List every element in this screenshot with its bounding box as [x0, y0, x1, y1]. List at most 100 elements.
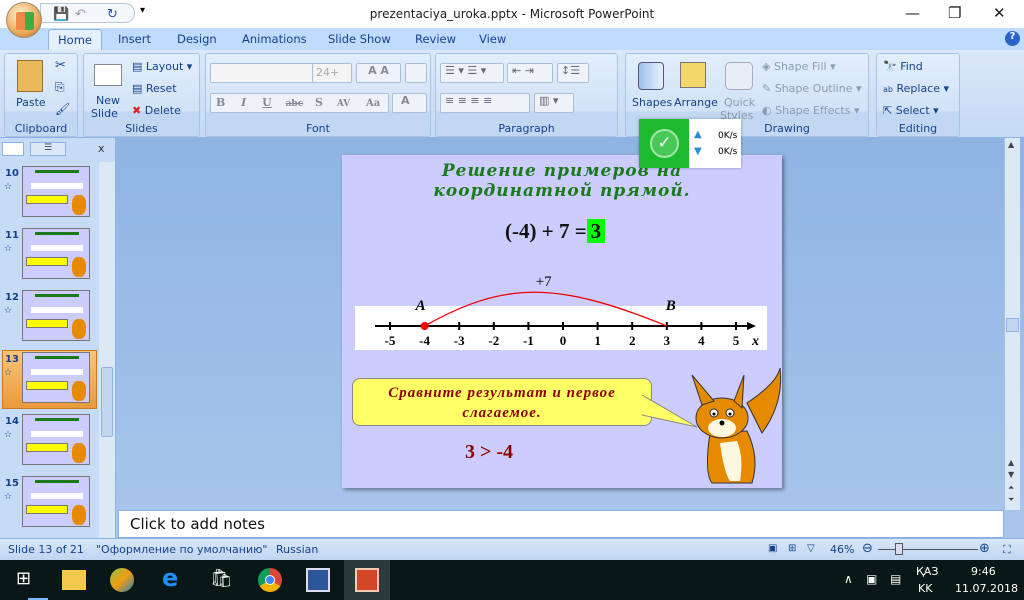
zoom-out-button[interactable]: ⊖: [862, 541, 873, 556]
clock-time[interactable]: 9:46: [971, 565, 996, 578]
slide-thumbnail[interactable]: [22, 290, 90, 341]
zoom-level[interactable]: 46%: [830, 543, 854, 556]
previous-slide-icon[interactable]: ⏶: [1008, 483, 1014, 493]
help-icon[interactable]: ?: [1005, 31, 1020, 46]
reset-button[interactable]: ▤ Reset: [132, 82, 177, 95]
shapes-button[interactable]: Shapes: [632, 96, 672, 109]
cut-icon[interactable]: ✂: [55, 58, 66, 73]
line-spacing-button[interactable]: ↕☰: [557, 63, 589, 83]
format-painter-icon[interactable]: 🖌: [55, 102, 70, 116]
new-slide-icon[interactable]: [94, 64, 122, 86]
paste-icon[interactable]: [17, 60, 43, 92]
font-name-select[interactable]: [210, 63, 316, 83]
new-slide-button[interactable]: New: [96, 94, 120, 107]
notification-icon[interactable]: ▤: [890, 572, 901, 586]
language-indicator[interactable]: Russian: [276, 543, 318, 556]
restore-button[interactable]: ❐: [948, 4, 961, 22]
select-button[interactable]: ⇱ Select ▾: [883, 104, 939, 117]
slide-thumbnail[interactable]: [22, 414, 90, 465]
arrange-icon[interactable]: [680, 62, 706, 88]
slide-canvas[interactable]: Решение примеров на координатной прямой. …: [342, 155, 782, 488]
clear-formatting-icon[interactable]: [405, 63, 427, 83]
tab-home[interactable]: Home: [48, 29, 102, 51]
fit-to-window-button[interactable]: ⛶: [1003, 543, 1011, 557]
zoom-slider[interactable]: [878, 549, 978, 550]
tab-design[interactable]: Design: [177, 32, 217, 46]
input-language[interactable]: ҚАЗ: [916, 565, 938, 578]
next-slide-icon[interactable]: ⏷: [1008, 495, 1014, 505]
slide-show-button[interactable]: ▽: [807, 543, 815, 554]
powerpoint-taskbar-button[interactable]: [344, 560, 390, 600]
scroll-up-icon[interactable]: ▲: [1008, 458, 1014, 467]
slide-thumbnail[interactable]: [22, 166, 90, 217]
quick-styles-button[interactable]: Quick: [724, 96, 755, 109]
network-icon[interactable]: ▣: [866, 572, 877, 586]
indent-buttons[interactable]: ⇤ ⇥: [507, 63, 553, 83]
slide-thumbnail[interactable]: [22, 352, 90, 403]
zoom-slider-thumb[interactable]: [895, 543, 903, 555]
slides-tab[interactable]: [2, 142, 24, 156]
alignment-buttons[interactable]: ≡ ≡ ≡ ≡: [440, 93, 530, 113]
tab-view[interactable]: View: [479, 32, 506, 46]
font-size-select[interactable]: 24+: [312, 63, 352, 83]
app-icon[interactable]: [110, 568, 134, 592]
close-pane-icon[interactable]: x: [98, 142, 105, 155]
outline-tab[interactable]: ☰: [30, 142, 66, 156]
scroll-down-icon[interactable]: ▼: [1008, 470, 1014, 479]
shape-outline-button[interactable]: ✎ Shape Outline ▾: [762, 82, 862, 95]
arrange-button[interactable]: Arrange: [674, 96, 718, 109]
tab-review[interactable]: Review: [415, 32, 456, 46]
delete-button[interactable]: ✖ Delete: [132, 104, 181, 117]
copy-icon[interactable]: ⎘: [55, 80, 65, 95]
shape-fill-button[interactable]: ◈ Shape Fill ▾: [762, 60, 836, 73]
find-button[interactable]: 🔭 Find: [883, 60, 923, 73]
file-explorer-icon[interactable]: [62, 570, 86, 590]
shadow-button[interactable]: S: [315, 96, 323, 109]
underline-button[interactable]: U: [262, 96, 272, 109]
show-hidden-icons[interactable]: ∧: [844, 572, 853, 586]
font-grow-shrink-buttons[interactable]: A A: [356, 63, 401, 83]
notes-pane[interactable]: Click to add notes: [118, 510, 1004, 538]
store-icon[interactable]: 🛍: [210, 568, 234, 592]
scroll-thumb[interactable]: [1006, 318, 1019, 332]
close-button[interactable]: ✕: [993, 4, 1006, 22]
input-language-sub[interactable]: KK: [918, 582, 932, 595]
shapes-icon[interactable]: [638, 62, 664, 90]
slide-thumbnail[interactable]: [22, 476, 90, 527]
bold-button[interactable]: B: [216, 96, 225, 109]
tab-animations[interactable]: Animations: [242, 32, 307, 46]
customize-qat-icon[interactable]: ▾: [140, 5, 145, 16]
strikethrough-button[interactable]: abc: [286, 99, 304, 109]
vertical-scrollbar[interactable]: ▲ ▲ ▼ ⏶ ⏷: [1004, 138, 1020, 510]
chrome-icon[interactable]: [258, 568, 282, 592]
tab-insert[interactable]: Insert: [118, 32, 151, 46]
shape-effects-button[interactable]: ◐ Shape Effects ▾: [762, 104, 859, 117]
office-button[interactable]: [6, 2, 42, 38]
comparison-text[interactable]: 3 > -4: [465, 441, 513, 464]
char-spacing-button[interactable]: AV: [337, 99, 350, 109]
minimize-button[interactable]: —: [905, 4, 920, 22]
zoom-in-button[interactable]: ⊕: [979, 541, 990, 556]
edge-icon[interactable]: e: [162, 564, 186, 592]
new-slide-button-label[interactable]: Slide: [91, 107, 118, 120]
tab-slide-show[interactable]: Slide Show: [328, 32, 391, 46]
normal-view-button[interactable]: ▣: [768, 543, 777, 554]
replace-button[interactable]: ab Replace ▾: [883, 82, 949, 95]
windows-start-icon[interactable]: ⊞: [16, 568, 40, 592]
theme-name[interactable]: "Оформление по умолчанию": [96, 543, 267, 556]
scroll-up-icon[interactable]: ▲: [1008, 140, 1014, 149]
change-case-button[interactable]: Aa: [366, 98, 380, 109]
clock-date[interactable]: 11.07.2018: [955, 582, 1018, 595]
callout-bubble[interactable]: Сравните результат и первое слагаемое.: [352, 378, 652, 426]
scroll-thumb[interactable]: [101, 367, 113, 437]
save-icon[interactable]: 💾: [53, 7, 69, 22]
quick-styles-icon[interactable]: [725, 62, 753, 90]
columns-button[interactable]: ▥ ▾: [534, 93, 574, 113]
layout-button[interactable]: ▤ Layout ▾: [132, 60, 192, 73]
bullets-numbering-buttons[interactable]: ☰ ▾ ☰ ▾: [440, 63, 504, 83]
slides-pane-scrollbar[interactable]: [99, 162, 115, 538]
italic-button[interactable]: I: [241, 96, 246, 109]
word-icon[interactable]: [306, 568, 330, 592]
slide-sorter-button[interactable]: ⊞: [788, 543, 796, 554]
undo-icon[interactable]: ↶: [75, 7, 86, 22]
